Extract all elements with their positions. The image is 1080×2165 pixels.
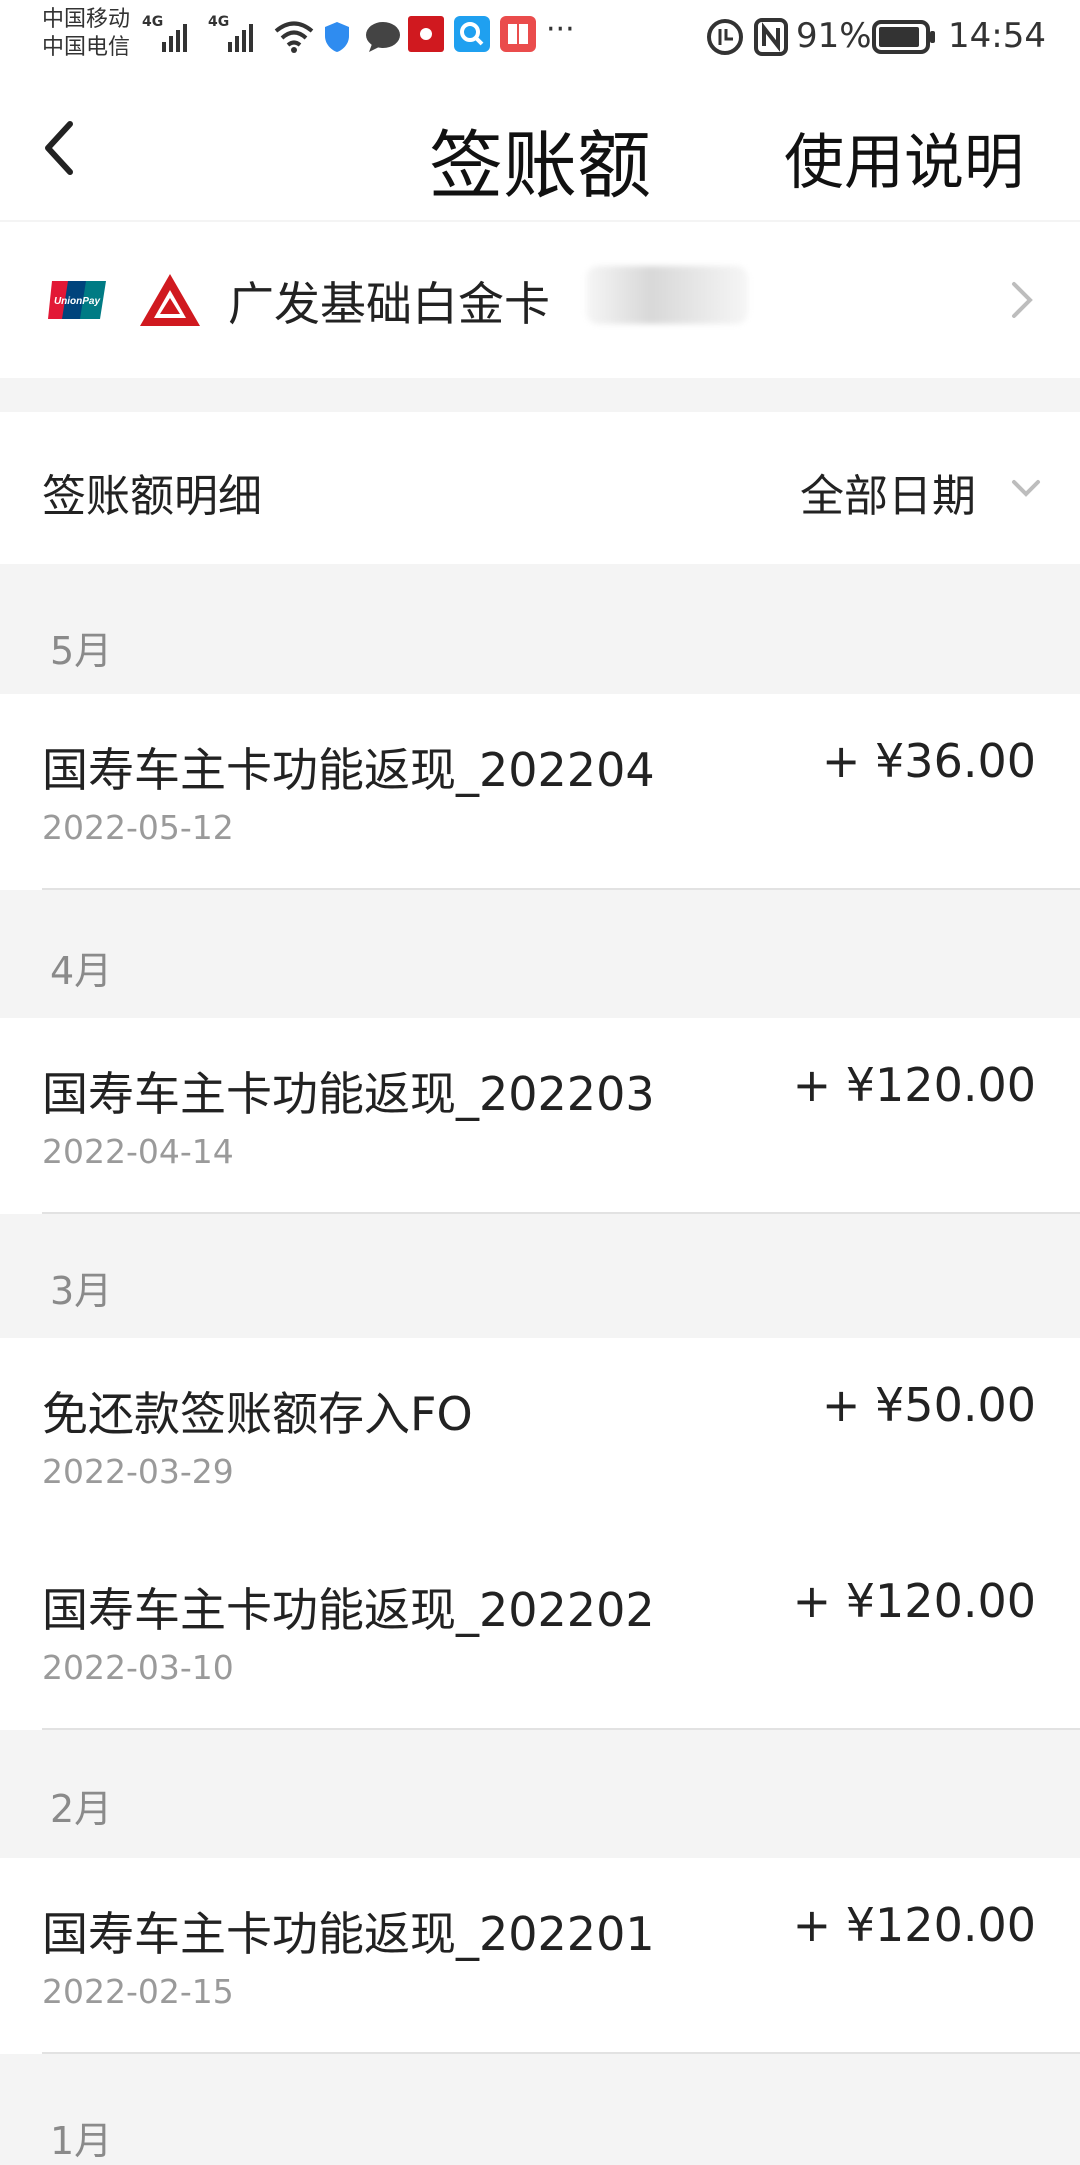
transaction-title: 国寿车主卡功能返现_202204 (42, 743, 655, 797)
transaction-amount: + ¥120.00 (792, 1058, 1036, 1112)
transaction-date: 2022-02-15 (42, 1972, 234, 2011)
app-notification-icon (408, 16, 444, 52)
list-item[interactable]: 免还款签账额存入FO 2022-03-29 + ¥50.00 (0, 1338, 1080, 1534)
book-app-icon (500, 16, 536, 52)
status-bar: 中国移动 中国电信 4G 4G ··· 91% 14:54 (0, 0, 1080, 76)
carrier-1: 中国移动 (42, 7, 131, 32)
top-nav-bar: 签账额 使用说明 (0, 76, 1080, 220)
transaction-amount: + ¥120.00 (792, 1574, 1036, 1628)
transaction-title: 免还款签账额存入FO (42, 1387, 473, 1441)
transaction-date: 2022-04-14 (42, 1132, 234, 1171)
list-item[interactable]: 国寿车主卡功能返现_202202 2022-03-10 + ¥120.00 (0, 1534, 1080, 1730)
transaction-date: 2022-05-12 (42, 808, 234, 847)
wifi-icon (274, 21, 314, 53)
date-filter-dropdown[interactable]: 全部日期 (800, 460, 976, 524)
clock: 14:54 (948, 16, 1046, 56)
card-name: 广发基础白金卡 (228, 277, 550, 331)
transaction-title: 国寿车主卡功能返现_202202 (42, 1583, 655, 1637)
signal-icon: 4G (142, 14, 198, 52)
month-header: 3月 (0, 1214, 1080, 1338)
cgb-bank-logo (140, 274, 200, 326)
list-item[interactable]: 国寿车主卡功能返现_202204 2022-05-12 + ¥36.00 (0, 694, 1080, 890)
data-saver-icon (707, 19, 743, 55)
transaction-amount: + ¥36.00 (821, 734, 1036, 788)
more-notifications-icon: ··· (546, 12, 575, 47)
carrier-2: 中国电信 (42, 35, 131, 60)
battery-percent: 91% (796, 16, 872, 56)
card-number-redacted (586, 266, 748, 324)
chat-icon (366, 22, 400, 52)
transaction-title: 国寿车主卡功能返现_202201 (42, 1907, 655, 1961)
month-header: 4月 (0, 890, 1080, 1018)
transaction-amount: + ¥120.00 (792, 1898, 1036, 1952)
unionpay-logo: UnionPay (48, 281, 106, 319)
svg-text:UnionPay: UnionPay (54, 296, 101, 307)
list-item[interactable]: 国寿车主卡功能返现_202203 2022-04-14 + ¥120.00 (0, 1018, 1080, 1214)
month-header: 2月 (0, 1730, 1080, 1858)
carrier-info: 中国移动 中国电信 (42, 6, 130, 62)
month-header: 5月 (0, 564, 1080, 694)
nfc-icon (754, 18, 788, 56)
usage-instructions-link[interactable]: 使用说明 (784, 114, 1024, 201)
transaction-date: 2022-03-10 (42, 1648, 234, 1687)
battery-icon (872, 20, 935, 54)
transaction-title: 国寿车主卡功能返现_202203 (42, 1067, 655, 1121)
transaction-date: 2022-03-29 (42, 1452, 234, 1491)
month-header: 1月 (0, 2054, 1080, 2163)
transaction-amount: + ¥50.00 (821, 1378, 1036, 1432)
card-selector[interactable]: UnionPay 广发基础白金卡 (0, 222, 1080, 378)
chevron-right-icon (1012, 282, 1033, 318)
detail-section-title: 签账额明细 (42, 471, 262, 522)
search-app-icon (454, 16, 490, 52)
signal-icon: 4G (208, 14, 264, 52)
shield-icon (325, 22, 349, 52)
detail-filter-row: 签账额明细 全部日期 (0, 412, 1080, 564)
list-item[interactable]: 国寿车主卡功能返现_202201 2022-02-15 + ¥120.00 (0, 1858, 1080, 2054)
chevron-down-icon[interactable] (1010, 478, 1042, 498)
